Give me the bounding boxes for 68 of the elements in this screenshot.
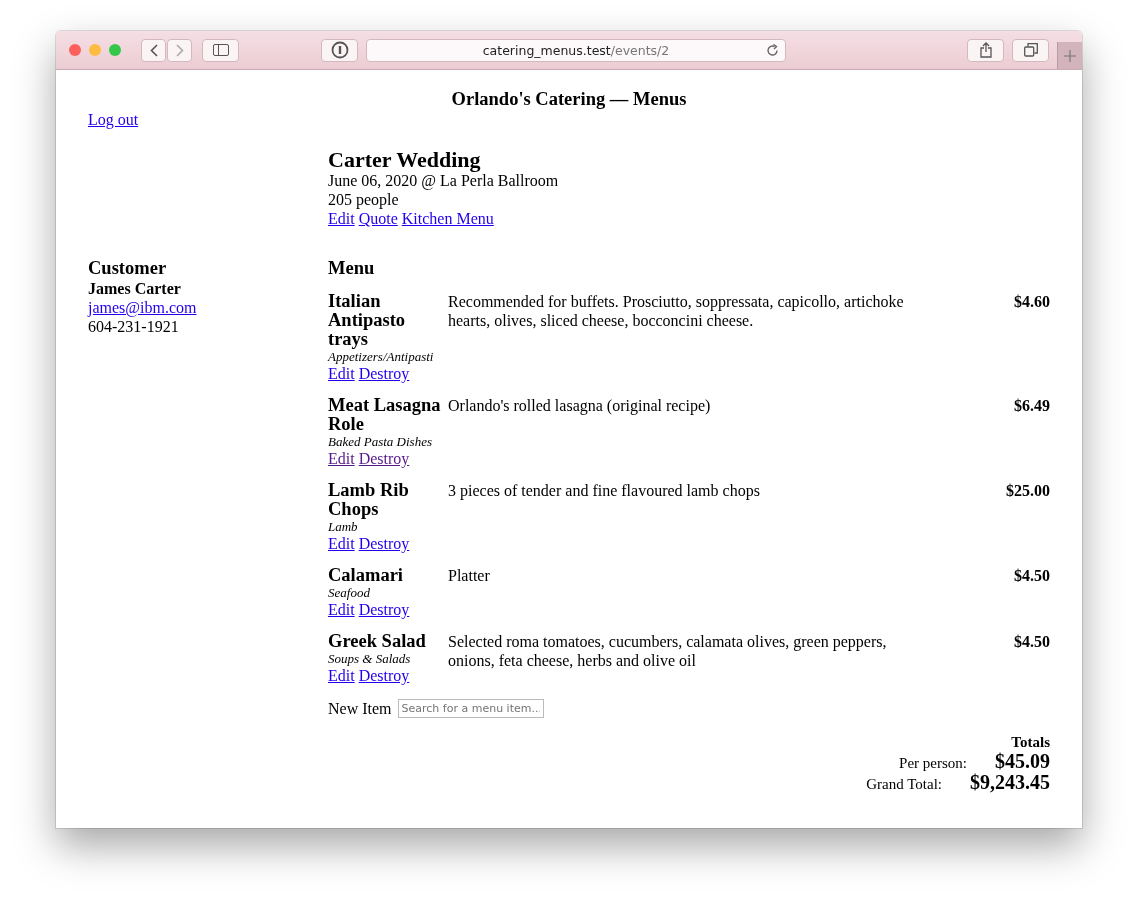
item-link[interactable]: Edit (328, 365, 355, 382)
customer-phone: 604-231-1921 (88, 317, 180, 336)
item-link[interactable]: Destroy (358, 601, 410, 618)
item-category: Lamb (328, 519, 359, 534)
item-link[interactable]: Edit (328, 667, 355, 684)
share-icon (979, 42, 992, 58)
item-category: Appetizers/Antipasti (328, 349, 435, 364)
info-icon (330, 41, 349, 59)
close-icon[interactable] (69, 44, 81, 56)
event-date: June 06, 2020 @ La Perla Ballroom (328, 172, 560, 190)
site-title: Orlando's Catering — Menus (450, 89, 688, 110)
sidebar-icon (212, 44, 229, 56)
item-price: $25.00 (1005, 481, 1050, 501)
item-name: Calamari (328, 566, 404, 585)
address-field[interactable]: catering_menus.test/events/2 (366, 38, 786, 62)
sidebar-button[interactable] (202, 38, 239, 62)
menu-heading: Menu (328, 258, 376, 279)
event-link[interactable]: Edit (328, 210, 355, 227)
back-button[interactable] (141, 38, 166, 62)
item-description: Recommended for buffets. Prosciutto, soppressata, capicollo, artichoke hearts, olives, sliced cheese, bocconcini cheese. (448, 292, 905, 331)
logout-link[interactable]: Log out (88, 111, 139, 128)
item-link[interactable]: Destroy (358, 667, 410, 684)
item-link[interactable]: Edit (328, 601, 355, 618)
reload-icon[interactable] (766, 43, 779, 57)
item-price: $4.50 (1013, 632, 1050, 652)
share-button[interactable] (967, 38, 1004, 62)
item-description: 3 pieces of tender and fine flavoured lamb chops (448, 481, 761, 502)
item-link[interactable]: Edit (328, 535, 355, 552)
customer-name: James Carter (88, 279, 182, 298)
item-link[interactable]: Edit (328, 450, 355, 467)
item-link[interactable]: Destroy (358, 535, 410, 552)
forward-icon (175, 43, 184, 57)
total-value: $9,243.45 (970, 772, 1050, 792)
item-name: Meat Lasagna Role (328, 396, 442, 434)
item-link[interactable]: Destroy (358, 450, 410, 467)
url-text: catering_menus.test/events/2 (482, 42, 670, 58)
item-description: Orlando's rolled lasagna (original recipe) (448, 396, 712, 417)
back-icon (149, 43, 158, 57)
total-label: Grand Total: (866, 775, 942, 793)
item-description: Platter (448, 566, 491, 586)
plus-icon (1064, 49, 1076, 62)
total-value: $45.09 (995, 751, 1050, 771)
item-category: Soups & Salads (328, 651, 412, 666)
item-price: $4.50 (1013, 566, 1050, 586)
item-category: Seafood (328, 585, 371, 600)
forward-button[interactable] (167, 38, 192, 62)
item-name: Greek Salad (328, 632, 427, 651)
password-button[interactable] (321, 38, 358, 62)
new-tab-button[interactable] (1057, 42, 1082, 69)
item-description: Selected roma tomatoes, cucumbers, calamata olives, green peppers, onions, feta cheese, herbs and olive oil (448, 632, 888, 671)
tabs-icon (1023, 43, 1038, 57)
customer-heading: Customer (88, 258, 168, 279)
zoom-icon[interactable] (109, 44, 121, 56)
event-link[interactable]: Kitchen Menu (401, 210, 494, 227)
email-link[interactable]: james@ibm.com (88, 299, 197, 316)
total-label: Per person: (899, 754, 967, 772)
tabs-button[interactable] (1012, 38, 1049, 62)
item-name: Lamb Rib Chops (328, 481, 410, 519)
event-title: Carter Wedding (328, 149, 482, 171)
item-price: $6.49 (1013, 396, 1050, 416)
item-name: Italian Antipasto trays (328, 292, 407, 349)
event-link[interactable]: Quote (358, 210, 398, 227)
totals-heading: Totals (1011, 734, 1050, 751)
item-price: $4.60 (1013, 292, 1050, 312)
guest-count: 205 people (328, 190, 400, 209)
new-item-label: New Item (328, 699, 392, 718)
item-category: Baked Pasta Dishes (328, 434, 433, 449)
item-link[interactable]: Destroy (358, 365, 410, 382)
